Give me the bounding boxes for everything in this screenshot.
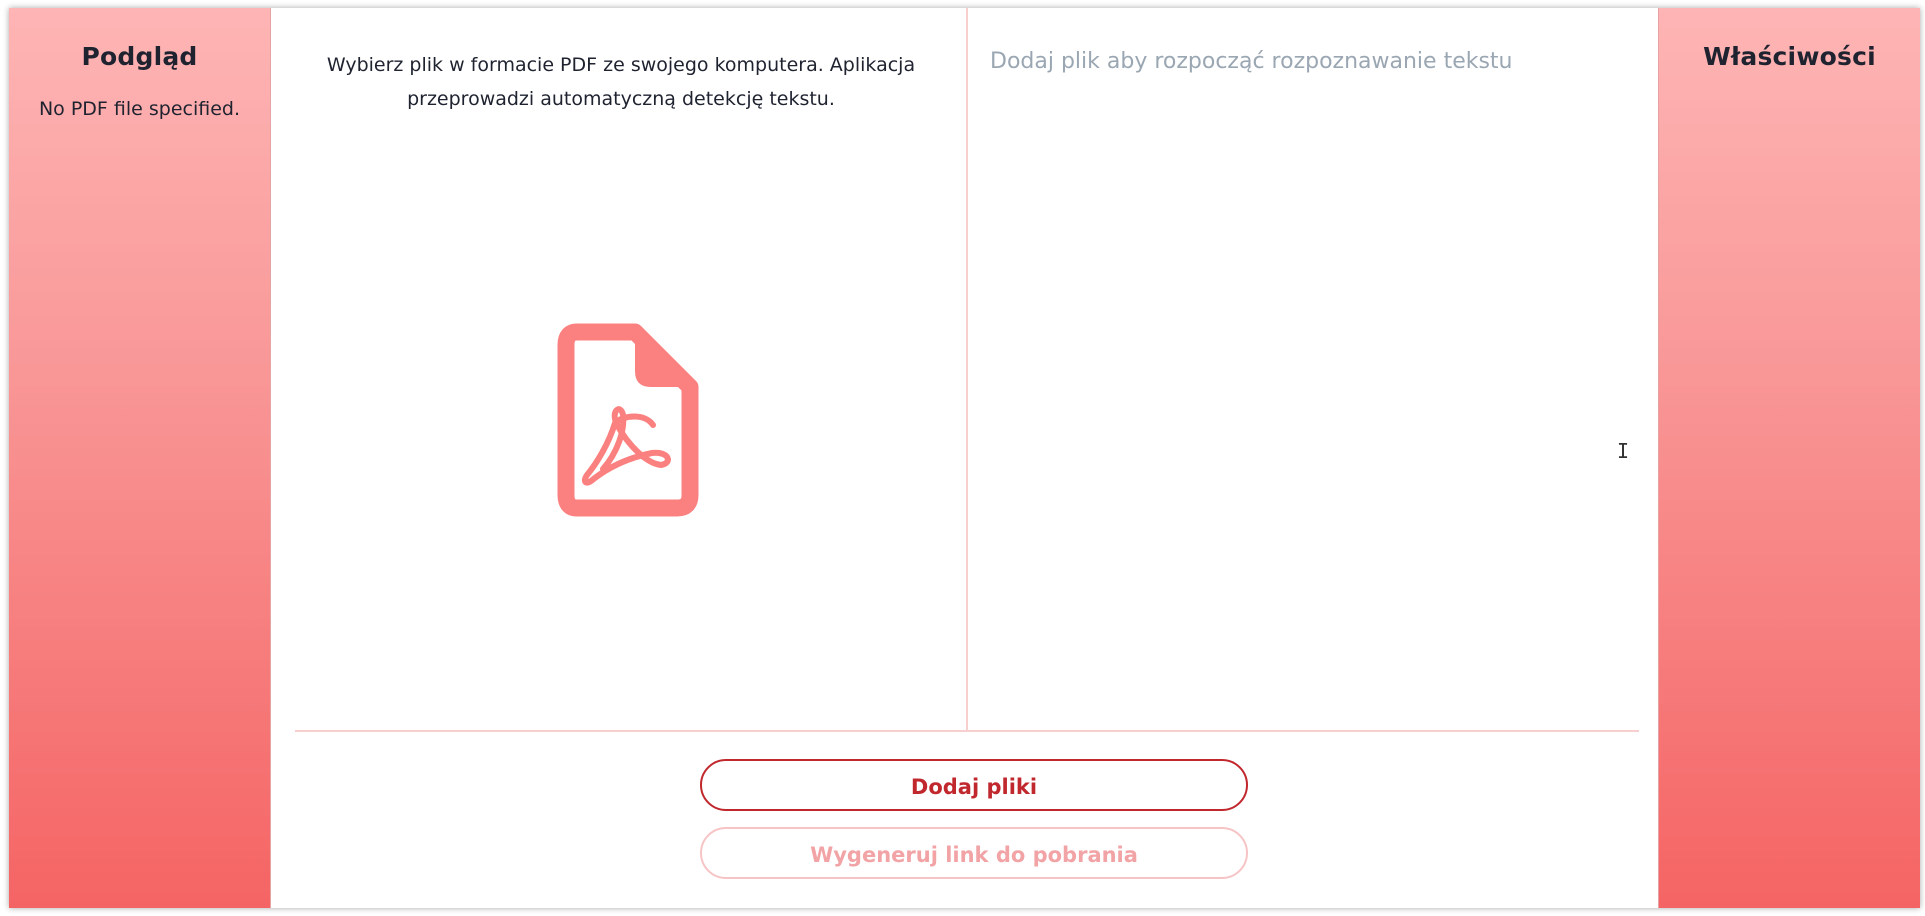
- generate-link-button[interactable]: Wygeneruj link do pobrania: [700, 827, 1248, 879]
- preview-title: Podgląd: [81, 42, 198, 71]
- text-cursor-icon: I: [1617, 439, 1630, 463]
- properties-title: Właściwości: [1703, 42, 1876, 71]
- upload-dropzone[interactable]: Wybierz plik w formacie PDF ze swojego k…: [271, 8, 968, 730]
- preview-empty-note: No PDF file specified.: [38, 98, 241, 120]
- recognized-text-area[interactable]: Dodaj plik aby rozpocząć rozpoznawanie t…: [968, 8, 1638, 730]
- content-divider: [295, 730, 1639, 732]
- upload-instructions: Wybierz plik w formacie PDF ze swojego k…: [326, 54, 916, 110]
- main-content: Wybierz plik w formacie PDF ze swojego k…: [271, 8, 1658, 908]
- pdf-file-icon: [557, 323, 699, 517]
- add-files-button[interactable]: Dodaj pliki: [700, 759, 1248, 811]
- preview-panel: Podgląd No PDF file specified.: [9, 8, 271, 908]
- properties-panel: Właściwości: [1658, 8, 1920, 908]
- text-placeholder: Dodaj plik aby rozpocząć rozpoznawanie t…: [990, 49, 1513, 74]
- app-window: Podgląd No PDF file specified. Wybierz p…: [9, 8, 1920, 908]
